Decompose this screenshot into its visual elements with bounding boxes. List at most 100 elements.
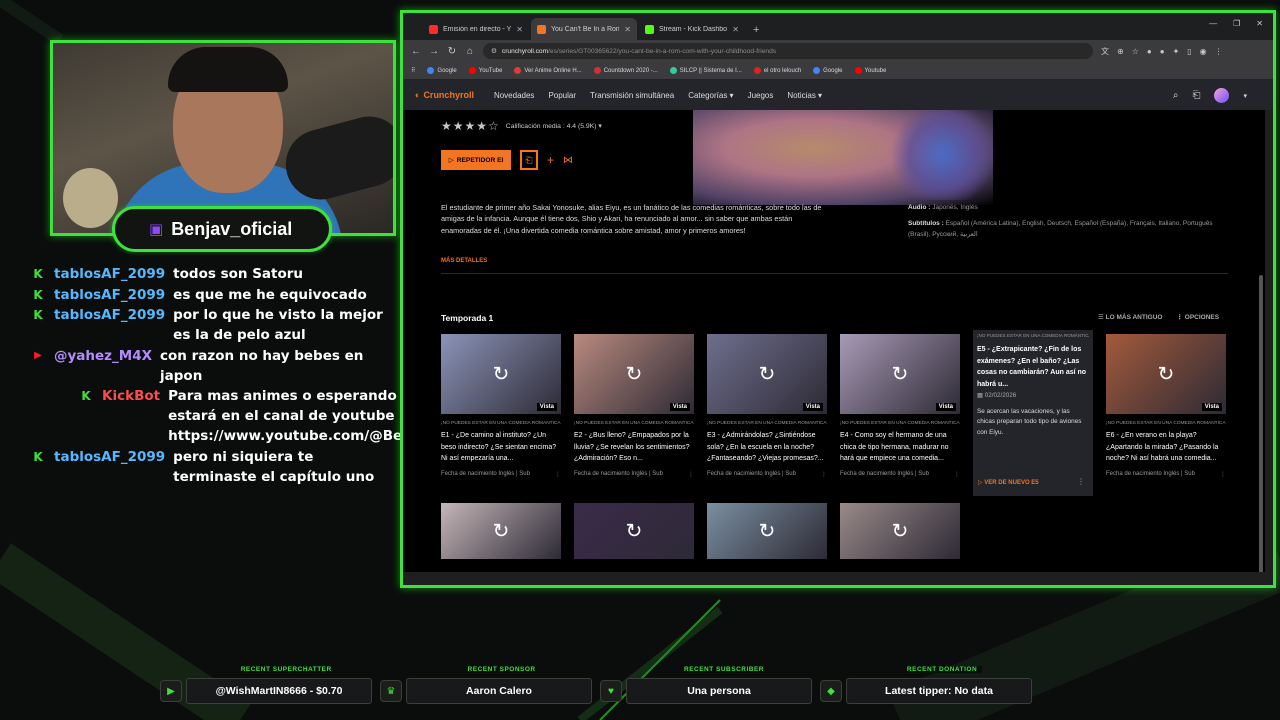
more-details-link[interactable]: MÁS DETALLES <box>441 258 487 264</box>
bookmark-favicon-icon <box>468 67 476 74</box>
episode-title[interactable]: E6 - ¿En verano en la playa? ¿Apartando … <box>1106 430 1226 465</box>
episode-card[interactable]: ↻ Vista ¡NO PUEDES ESTAR EN UNA COMEDIA RO… <box>1106 334 1226 496</box>
play-button[interactable]: ▷ REPETIDOR EI <box>441 150 511 170</box>
nav-item[interactable]: Juegos <box>748 91 774 100</box>
minimize-icon[interactable]: — <box>1209 19 1217 28</box>
episode-card[interactable]: ↻ Vista ¡NO PUEDES ESTAR EN UNA COMEDIA RO… <box>707 334 827 496</box>
crunchyroll-logo[interactable]: ◐ Crunchyroll <box>415 90 474 100</box>
more-vertical-icon[interactable]: ⋮ <box>954 471 960 478</box>
episode-thumbnail[interactable]: ↻ <box>840 503 960 559</box>
close-icon[interactable]: ✕ <box>516 25 523 34</box>
nav-item[interactable]: Transmisión simultánea <box>590 91 674 100</box>
episode-grid-row-2: ↻ ↻ ↻ ↻ <box>441 503 960 559</box>
episode-title[interactable]: E1 - ¿De camino al instituto? ¿Un beso i… <box>441 430 561 465</box>
rating-stars-icon[interactable]: ★★★★☆ <box>441 119 500 133</box>
puzzle-icon[interactable]: ✦ <box>1173 47 1180 56</box>
rating-row[interactable]: ★★★★☆ Calificación media : 4.4 (5.9K) ▾ <box>441 119 602 133</box>
episode-card[interactable]: ↻ <box>574 503 694 559</box>
avatar[interactable] <box>1214 88 1230 103</box>
add-to-list-icon[interactable]: + <box>547 153 554 167</box>
home-icon[interactable]: ⌂ <box>465 46 475 57</box>
episode-card[interactable]: ↻ <box>840 503 960 559</box>
translate-icon[interactable]: 文 <box>1101 46 1109 57</box>
bookmark-item[interactable]: Google <box>427 67 457 74</box>
bookmark-item[interactable]: YouTube <box>468 67 502 74</box>
close-icon[interactable]: ✕ <box>624 25 631 34</box>
episode-card[interactable]: ↻ <box>441 503 561 559</box>
episode-thumbnail[interactable]: ↻ Vista <box>574 334 694 414</box>
scrollbar[interactable] <box>1259 275 1263 572</box>
address-bar[interactable]: ⚙ crunchyroll.com/es/series/GT00365622/y… <box>483 43 1093 59</box>
star-icon[interactable]: ☆ <box>1132 47 1139 56</box>
site-info-icon[interactable]: ⚙ <box>491 47 497 55</box>
more-vertical-icon[interactable]: ⋮ <box>555 471 561 478</box>
share-icon[interactable]: ⋈ <box>563 155 573 166</box>
rewatch-button[interactable]: ▷ VER DE NUEVO E5 <box>978 479 1039 486</box>
more-vertical-icon[interactable]: ⋮ <box>1220 471 1226 478</box>
bookmark-item[interactable]: Google <box>813 67 843 74</box>
episode-thumbnail[interactable]: ↻ <box>441 503 561 559</box>
episode-card[interactable]: ↻ Vista ¡NO PUEDES ESTAR EN UNA COMEDIA RO… <box>574 334 694 496</box>
bookmark-favicon-icon <box>669 67 677 74</box>
nav-item[interactable]: Popular <box>548 91 576 100</box>
episode-thumbnail[interactable]: ↻ <box>574 503 694 559</box>
bookmark-item[interactable]: Ver Anime Online H... <box>514 67 582 74</box>
apps-icon[interactable]: ⠿ <box>411 67 415 74</box>
browser-tab[interactable]: Stream - Kick Dashboard ✕ <box>639 18 745 40</box>
chevron-down-icon[interactable]: ▾ <box>1243 92 1247 100</box>
episode-card[interactable]: ↻ Vista ¡NO PUEDES ESTAR EN UNA COMEDIA RO… <box>840 334 960 496</box>
bookmark-item[interactable]: Youtube <box>854 67 886 74</box>
episode-title[interactable]: E2 - ¿Bus lleno? ¿Empapados por la lluvi… <box>574 430 694 465</box>
episode-title[interactable]: E5 - ¿Extrapicante? ¿Fin de los exámenes… <box>977 344 1089 390</box>
more-vertical-icon[interactable]: ⋮ <box>688 471 694 478</box>
bookmark-favicon-icon <box>753 67 761 74</box>
bookmark-item[interactable]: Countdown 2020 -... <box>593 67 658 74</box>
episode-footer: Fecha de nacimiento Inglés | Sub ⋮ <box>441 471 561 478</box>
forward-icon[interactable]: → <box>429 46 439 57</box>
more-vertical-icon[interactable]: ⋮ <box>821 471 827 478</box>
extension-icon[interactable]: ● <box>1147 47 1152 56</box>
bookmark-icon[interactable]: ⎗ <box>1192 90 1200 101</box>
sort-button[interactable]: ☰ LO MÁS ANTIGUO <box>1098 313 1162 321</box>
episode-thumbnail[interactable]: ↻ Vista <box>707 334 827 414</box>
episode-thumbnail[interactable]: ↻ Vista <box>1106 334 1226 414</box>
chat-message: KtablosAF_2099 pero ni siquiera te termin… <box>30 447 395 487</box>
season-selector[interactable]: Temporada 1 <box>441 313 493 323</box>
sidebar-icon[interactable]: ▯ <box>1187 47 1191 56</box>
menu-icon[interactable]: ⋮ <box>1215 47 1223 56</box>
episode-thumbnail[interactable]: ↻ <box>707 503 827 559</box>
extension-icon[interactable]: ● <box>1160 47 1165 56</box>
restore-icon[interactable]: ❐ <box>1233 19 1240 28</box>
chat-text: por lo que he visto la mejor es la de pe… <box>173 307 383 344</box>
episode-title[interactable]: E3 - ¿Admirándolas? ¿Sintiéndose sola? ¿… <box>707 430 827 465</box>
profile-icon[interactable]: ◉ <box>1200 47 1207 56</box>
close-window-icon[interactable]: ✕ <box>1256 19 1263 28</box>
bookmark-item[interactable]: SILCP || Sistema de I... <box>669 67 742 74</box>
episode-card[interactable]: ↻ Vista ¡NO PUEDES ESTAR EN UNA COMEDIA RO… <box>441 334 561 496</box>
more-vertical-icon[interactable]: ⋮ <box>1077 477 1085 486</box>
zoom-icon[interactable]: ⊕ <box>1117 47 1124 56</box>
twitch-icon: ▣ <box>149 221 164 238</box>
bookmark-item[interactable]: el otro lelouch <box>753 67 801 74</box>
back-icon[interactable]: ← <box>411 46 421 57</box>
close-icon[interactable]: ✕ <box>732 25 739 34</box>
nav-item[interactable]: Noticias ▾ <box>787 91 822 100</box>
episode-grid: ↻ Vista ¡NO PUEDES ESTAR EN UNA COMEDIA RO… <box>441 330 1226 496</box>
episode-title[interactable]: E4 - Como soy el hermano de una chica de… <box>840 430 960 465</box>
episode-thumbnail[interactable]: ↻ Vista <box>840 334 960 414</box>
nav-item[interactable]: Categorías ▾ <box>688 91 733 100</box>
episode-card-hover[interactable]: ¡NO PUEDES ESTAR EN UNA COMEDIA ROMÁNTIC… <box>973 330 1093 496</box>
alert-tag: RECENT SPONSOR <box>462 666 541 673</box>
new-tab-button[interactable]: + <box>747 24 765 40</box>
nav-item[interactable]: Novedades <box>494 91 534 100</box>
watchlist-button[interactable]: ⎗ <box>520 150 538 170</box>
reload-icon[interactable]: ↻ <box>447 46 457 57</box>
browser-tab[interactable]: You Can't Be In a Rom-Com wi ✕ <box>531 18 637 40</box>
browser-tab[interactable]: Emisión en directo - YouTube S ✕ <box>423 18 529 40</box>
alert-value: Latest tipper: No data <box>846 678 1032 704</box>
episode-card[interactable]: ↻ <box>707 503 827 559</box>
search-icon[interactable]: ⌕ <box>1173 90 1179 101</box>
episode-thumbnail[interactable]: ↻ Vista <box>441 334 561 414</box>
options-button[interactable]: ⋮ OPCIONES <box>1176 313 1219 321</box>
alert-tag: RECENT SUBSCRIBER <box>678 666 770 673</box>
